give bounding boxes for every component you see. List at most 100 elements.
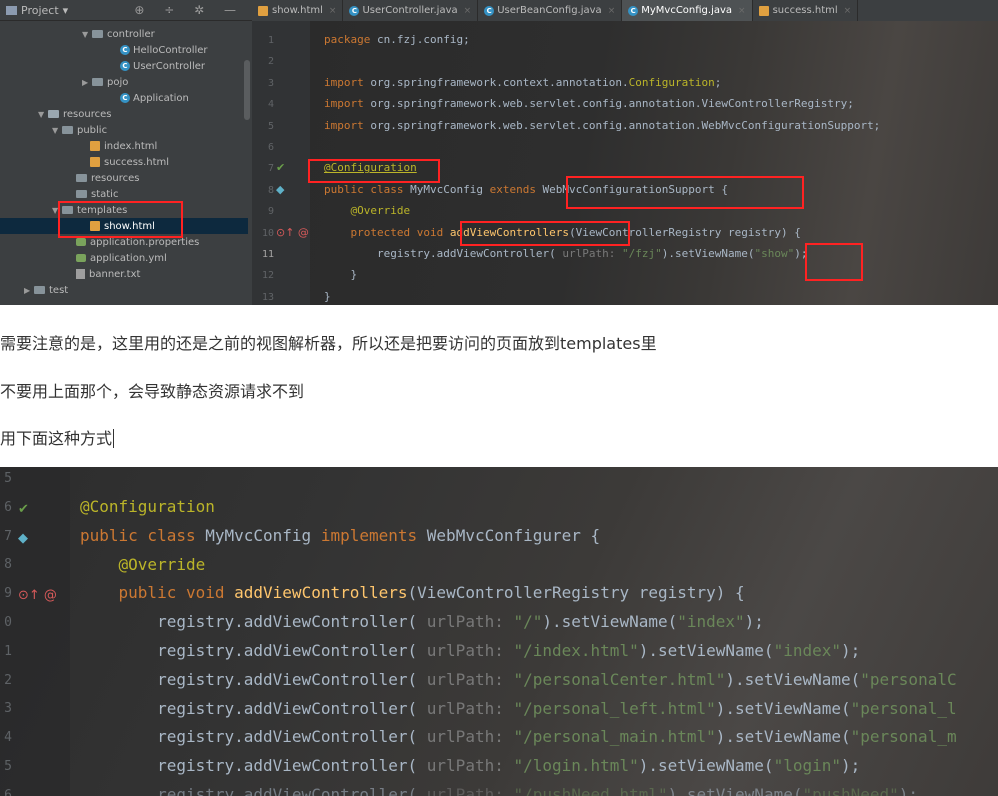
project-scrollbar[interactable] — [244, 60, 250, 120]
chevron-down-icon[interactable]: ▾ — [63, 4, 69, 17]
tree-item[interactable]: application.yml — [0, 250, 167, 266]
line-number: 3 — [267, 77, 274, 89]
code-text: ).setViewName( — [715, 727, 851, 747]
keyword: public class — [80, 525, 196, 545]
code-line: } — [324, 290, 331, 303]
line-number: 4 — [4, 730, 12, 746]
expand-right-icon[interactable]: ▶ — [24, 286, 34, 295]
editor-tab[interactable]: C UserBeanConfig.java × — [478, 0, 623, 21]
folder-icon — [92, 78, 103, 86]
editor-tab[interactable]: C UserController.java × — [343, 0, 479, 21]
tree-item-label: application.properties — [90, 236, 200, 248]
keyword: public void — [80, 583, 225, 603]
project-tools-icons[interactable]: ⊕ ÷ ✲ — — [134, 3, 244, 17]
expand-down-icon[interactable]: ▼ — [52, 126, 62, 135]
note-paragraph-2: 不要用上面那个，会导致静态资源请求不到 — [0, 382, 305, 401]
annotation: @Override — [324, 204, 411, 218]
expand-right-icon[interactable]: ▶ — [82, 78, 92, 87]
highlight-method-box — [460, 221, 630, 246]
tree-item[interactable]: C UserController — [0, 58, 205, 74]
string-literal: "/login.html" — [503, 756, 639, 776]
note-paragraph-3: 用下面这种方式​ — [0, 425, 115, 449]
tree-item[interactable]: success.html — [0, 154, 169, 170]
code-text: ).setViewName( — [638, 641, 774, 660]
expand-down-icon[interactable]: ▼ — [38, 110, 48, 119]
close-icon[interactable]: × — [738, 6, 746, 16]
code-text: ); — [841, 641, 861, 660]
java-class-icon: C — [120, 93, 130, 103]
code-text: ; — [714, 75, 722, 89]
close-icon[interactable]: × — [329, 6, 337, 16]
line-number: 4 — [267, 99, 274, 111]
code-line: registry.addViewController( urlPath: "/p… — [80, 785, 918, 796]
code-line: } — [324, 268, 357, 281]
code-line: registry.addViewController( urlPath: "/p… — [80, 670, 957, 689]
tree-item-label: resources — [91, 172, 140, 184]
line-number: 12 — [261, 270, 274, 282]
spring-bean-icon: ✔ — [18, 501, 29, 517]
code-line: @Override — [80, 555, 206, 574]
line-number: 6 — [4, 499, 12, 515]
code-line: public class MyMvcConfig implements WebM… — [80, 526, 600, 545]
code-text: registry.addViewController( — [80, 612, 427, 632]
code-text: ).setViewName( — [661, 247, 755, 260]
tree-item[interactable]: ▼ controller — [0, 26, 155, 42]
html-file-icon — [90, 157, 100, 167]
code-text: registry.addViewController( — [324, 247, 563, 260]
project-label: Project — [21, 3, 59, 17]
properties-file-icon — [76, 238, 86, 246]
code-line: import org.springframework.web.servlet.c… — [324, 119, 880, 132]
java-class-icon: C — [484, 5, 495, 16]
code-line: import org.springframework.web.servlet.c… — [324, 97, 854, 110]
highlight-configuration-box — [308, 159, 440, 183]
tree-item[interactable]: static — [0, 186, 118, 202]
override-marker-icon: ⊙↑ @ — [18, 588, 57, 604]
param-hint: urlPath: — [426, 641, 504, 660]
override-marker-icon: ⊙↑ @ — [276, 225, 309, 239]
editor-tab[interactable]: show.html × — [252, 0, 344, 21]
folder-icon — [62, 126, 73, 134]
line-number: 6 — [4, 787, 12, 796]
line-number: 6 — [267, 142, 274, 153]
string-literal: "pushNeed" — [802, 785, 899, 796]
param-hint: urlPath: — [562, 247, 616, 260]
tree-item[interactable]: C HelloController — [0, 42, 208, 58]
code-line: registry.addViewController( urlPath: "/p… — [80, 727, 957, 746]
tree-item[interactable]: ▼ resources — [0, 106, 111, 122]
code-text: ); — [898, 785, 919, 796]
string-literal: "personal_m — [850, 727, 957, 747]
note-paragraph-3-text: 用下面这种方式 — [0, 429, 113, 448]
code-line: import org.springframework.context.annot… — [324, 76, 721, 89]
resources-folder-icon — [48, 110, 59, 118]
close-icon[interactable]: × — [608, 6, 616, 16]
tab-label: show.html — [272, 5, 323, 16]
tree-item-label: public — [77, 124, 108, 136]
expand-down-icon[interactable]: ▼ — [82, 30, 92, 39]
tree-item[interactable]: ▼ public — [0, 122, 107, 138]
code-text: ).setViewName( — [638, 756, 774, 776]
code-text: ); — [841, 756, 861, 776]
close-icon[interactable]: × — [464, 6, 472, 16]
tree-item[interactable]: ▶ pojo — [0, 74, 128, 90]
param-hint: urlPath: — [426, 698, 504, 718]
tree-item[interactable]: index.html — [0, 138, 157, 154]
code-text: (ViewControllerRegistry registry) { — [407, 583, 745, 603]
code-line: @Override — [324, 204, 410, 217]
close-icon[interactable]: × — [844, 6, 852, 16]
tree-item-label: resources — [63, 108, 112, 120]
highlight-superclass-box — [566, 176, 804, 209]
editor-tab[interactable]: C MyMvcConfig.java × — [622, 0, 753, 21]
line-number: 9 — [267, 206, 274, 218]
string-literal: "index" — [677, 612, 745, 632]
tree-item[interactable]: resources — [0, 170, 139, 186]
annotation: Configuration — [628, 75, 715, 89]
tree-item[interactable]: ▶ test — [0, 282, 68, 298]
line-number: 9 — [4, 586, 12, 602]
folder-icon — [92, 30, 103, 38]
tree-item[interactable]: banner.txt — [0, 266, 140, 282]
tree-item[interactable]: C Application — [0, 90, 189, 106]
editor-tab[interactable]: success.html × — [753, 0, 859, 21]
param-hint: urlPath: — [426, 785, 504, 796]
project-header[interactable]: Project ▾ ⊕ ÷ ✲ — — [0, 0, 252, 21]
line-number: 5 — [4, 759, 12, 774]
